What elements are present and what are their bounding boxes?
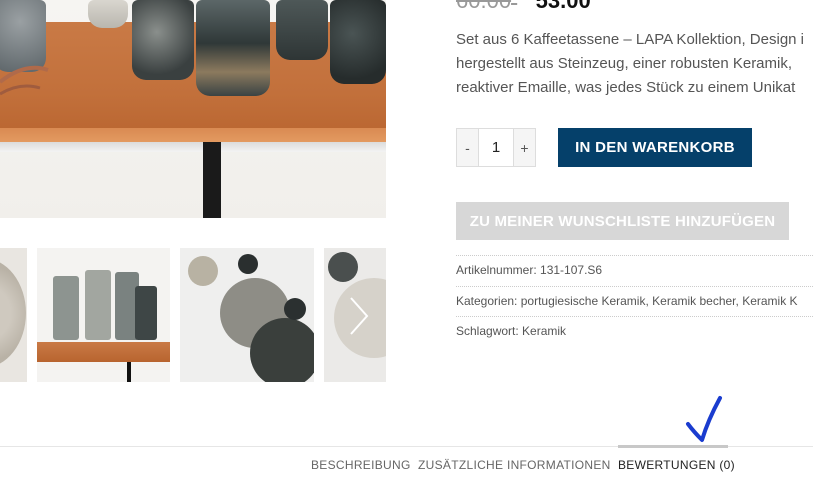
meta-divider [456,316,813,317]
quantity-increase-button[interactable]: + [514,129,535,166]
category-link[interactable]: Keramik K [742,294,797,308]
image-table-edge [0,128,386,142]
tab-description[interactable]: BESCHREIBUNG [311,458,411,472]
tab-additional-information[interactable]: ZUSÄTZLICHE INFORMATIONEN [418,458,611,472]
thumbnail-plate [250,318,314,382]
product-short-description: Set aus 6 Kaffeetassene – LAPA Kollektio… [456,28,813,100]
categories-row: Kategorien: portugiesische Keramik, Kera… [456,294,798,308]
gallery-thumbnail[interactable] [37,248,170,382]
add-to-wishlist-button[interactable]: ZU MEINER WUNSCHLISTE HINZUFÜGEN [456,202,789,240]
tags-row: Schlagwort: Keramik [456,324,813,338]
thumbnail-cup [284,298,306,320]
old-price: 60.00€ [456,0,517,13]
description-line: hergestellt aus Steinzeug, einer robuste… [456,55,793,72]
image-cup [88,0,128,28]
quantity-input[interactable]: 1 [478,129,514,166]
thumbnail-cup [238,254,258,274]
active-tab-indicator [618,445,728,448]
checkmark-icon [686,396,722,442]
sale-price: 53.00€ [535,0,597,13]
category-link[interactable]: portugiesische Keramik [521,294,646,308]
description-line: reaktiver Emaille, was jedes Stück zu ei… [456,79,796,96]
image-cup [132,0,194,80]
main-product-image[interactable] [0,0,386,218]
thumbnail-cup [328,252,358,282]
tag-label: Schlagwort: [456,324,519,338]
category-link[interactable]: Keramik becher [652,294,735,308]
meta-divider [456,286,813,287]
image-table-under [0,142,386,152]
sku-label: Artikelnummer: [456,263,537,277]
add-to-cart-button[interactable]: IN DEN WARENKORB [558,128,752,167]
price-row: 60.00€ 53.00€ [456,0,597,14]
meta-divider [456,255,813,256]
thumbnail-cup [53,276,79,340]
tab-reviews[interactable]: BEWERTUNGEN (0) [618,458,735,472]
image-cup [276,0,328,60]
image-cup [330,0,386,84]
quantity-stepper: - 1 + [456,128,536,167]
sku-value: 131-107.S6 [540,263,603,277]
quantity-decrease-button[interactable]: - [457,129,478,166]
thumbnail-cup [188,256,218,286]
thumbnail-plate [0,258,26,368]
tag-link[interactable]: Keramik [522,324,566,338]
thumbnail-cup [85,270,111,340]
gallery-thumbnail[interactable] [0,248,27,382]
thumbnail-leg [127,362,131,382]
image-cup [196,0,270,96]
thumbnail-table [37,342,170,362]
image-spoons [0,65,49,96]
chevron-right-icon[interactable] [347,296,371,336]
gallery-thumbnail[interactable] [180,248,314,382]
thumbnail-cup [135,286,157,340]
description-line: Set aus 6 Kaffeetassene – LAPA Kollektio… [456,31,805,48]
image-table-leg [203,142,221,218]
sku-row: Artikelnummer: 131-107.S6 [456,263,813,277]
categories-label: Kategorien: [456,294,518,308]
